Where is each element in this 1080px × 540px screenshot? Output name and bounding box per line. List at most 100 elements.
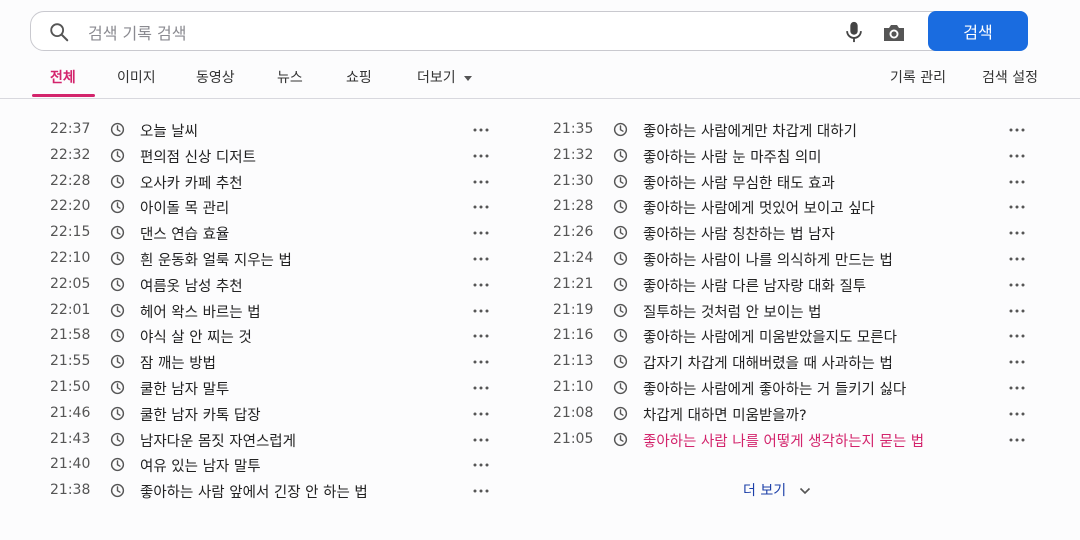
more-options-icon[interactable] [1007, 326, 1027, 346]
history-row[interactable]: 21:05 좋아하는 사람 나를 어떻게 생각하는지 묻는 법 [553, 428, 1031, 452]
history-query[interactable]: 헤어 왁스 바르는 법 [140, 301, 261, 322]
more-options-icon[interactable] [471, 249, 491, 269]
more-options-icon[interactable] [1007, 249, 1027, 269]
history-query[interactable]: 좋아하는 사람 칭찬하는 법 남자 [643, 223, 835, 244]
history-query[interactable]: 남자다운 몸짓 자연스럽게 [140, 430, 296, 451]
history-query[interactable]: 좋아하는 사람에게 좋아하는 거 들키기 싫다 [643, 378, 906, 399]
history-query[interactable]: 흰 운동화 얼룩 지우는 법 [140, 249, 292, 270]
more-options-icon[interactable] [1007, 378, 1027, 398]
more-options-icon[interactable] [1007, 404, 1027, 424]
history-query[interactable]: 좋아하는 사람 다른 남자랑 대화 질투 [643, 275, 866, 296]
history-query[interactable]: 좋아하는 사람 앞에서 긴장 안 하는 법 [140, 481, 368, 502]
history-row[interactable]: 22:05 여름옷 남성 추천 [50, 273, 495, 297]
history-row[interactable]: 21:24 좋아하는 사람이 나를 의식하게 만드는 법 [553, 247, 1031, 271]
history-query[interactable]: 잠 깨는 방법 [140, 352, 216, 373]
history-row[interactable]: 22:20 아이돌 목 관리 [50, 195, 495, 219]
history-row[interactable]: 21:16 좋아하는 사람에게 미움받았을지도 모른다 [553, 324, 1031, 348]
history-row[interactable]: 21:38 좋아하는 사람 앞에서 긴장 안 하는 법 [50, 479, 495, 503]
history-row[interactable]: 21:30 좋아하는 사람 무심한 태도 효과 [553, 170, 1031, 194]
more-options-icon[interactable] [471, 301, 491, 321]
history-row[interactable]: 21:21 좋아하는 사람 다른 남자랑 대화 질투 [553, 273, 1031, 297]
history-query[interactable]: 댄스 연습 효율 [140, 223, 229, 244]
history-row[interactable]: 22:37 오늘 날씨 [50, 118, 495, 142]
search-button[interactable]: 검색 [928, 11, 1028, 51]
more-options-icon[interactable] [471, 430, 491, 450]
history-row[interactable]: 21:55 잠 깨는 방법 [50, 350, 495, 374]
more-options-icon[interactable] [471, 172, 491, 192]
search-input[interactable] [86, 18, 810, 48]
history-row[interactable]: 21:13 갑자기 차갑게 대해버렸을 때 사과하는 법 [553, 350, 1031, 374]
history-row[interactable]: 21:43 남자다운 몸짓 자연스럽게 [50, 428, 495, 452]
history-query[interactable]: 좋아하는 사람에게 미움받았을지도 모른다 [643, 326, 897, 347]
history-query[interactable]: 좋아하는 사람에게 멋있어 보이고 싶다 [643, 197, 875, 218]
history-row[interactable]: 21:10 좋아하는 사람에게 좋아하는 거 들키기 싫다 [553, 376, 1031, 400]
more-options-icon[interactable] [471, 275, 491, 295]
history-row[interactable]: 21:32 좋아하는 사람 눈 마주침 의미 [553, 144, 1031, 168]
history-query[interactable]: 질투하는 것처럼 안 보이는 법 [643, 301, 822, 322]
history-query[interactable]: 좋아하는 사람 눈 마주침 의미 [643, 146, 822, 167]
history-query[interactable]: 차갑게 대하면 미움받을까? [643, 404, 807, 425]
history-query[interactable]: 아이돌 목 관리 [140, 197, 229, 218]
history-row[interactable]: 22:15 댄스 연습 효율 [50, 221, 495, 245]
history-query[interactable]: 여유 있는 남자 말투 [140, 455, 261, 476]
history-row[interactable]: 22:32 편의점 신상 디저트 [50, 144, 495, 168]
more-options-icon[interactable] [1007, 430, 1027, 450]
more-options-icon[interactable] [471, 378, 491, 398]
tab-news[interactable]: 뉴스 [277, 67, 303, 87]
history-query[interactable]: 좋아하는 사람이 나를 의식하게 만드는 법 [643, 249, 893, 270]
manage-history-link[interactable]: 기록 관리 [890, 67, 946, 87]
more-options-icon[interactable] [471, 120, 491, 140]
show-more-button[interactable]: 더 보기 [743, 480, 811, 500]
more-options-icon[interactable] [471, 197, 491, 217]
more-options-icon[interactable] [471, 146, 491, 166]
history-row[interactable]: 22:01 헤어 왁스 바르는 법 [50, 299, 495, 323]
clock-icon [613, 328, 628, 343]
history-row[interactable]: 21:19 질투하는 것처럼 안 보이는 법 [553, 299, 1031, 323]
more-options-icon[interactable] [471, 404, 491, 424]
history-query[interactable]: 여름옷 남성 추천 [140, 275, 243, 296]
history-row[interactable]: 21:50 쿨한 남자 말투 [50, 376, 495, 400]
history-row[interactable]: 21:40 여유 있는 남자 말투 [50, 453, 495, 477]
more-options-icon[interactable] [1007, 352, 1027, 372]
history-time: 21:19 [553, 301, 594, 318]
camera-icon[interactable] [882, 21, 906, 43]
tab-more-label: 더보기 [417, 70, 456, 86]
more-options-icon[interactable] [1007, 301, 1027, 321]
tab-all[interactable]: 전체 [50, 67, 76, 87]
history-row[interactable]: 21:28 좋아하는 사람에게 멋있어 보이고 싶다 [553, 195, 1031, 219]
history-query[interactable]: 좋아하는 사람 무심한 태도 효과 [643, 172, 835, 193]
tab-more[interactable]: 더보기 [417, 67, 472, 87]
history-row[interactable]: 21:35 좋아하는 사람에게만 차갑게 대하기 [553, 118, 1031, 142]
history-query[interactable]: 쿨한 남자 말투 [140, 378, 229, 399]
tab-shopping[interactable]: 쇼핑 [346, 67, 372, 87]
history-query[interactable]: 갑자기 차갑게 대해버렸을 때 사과하는 법 [643, 352, 893, 373]
more-options-icon[interactable] [1007, 120, 1027, 140]
history-query[interactable]: 좋아하는 사람에게만 차갑게 대하기 [643, 120, 857, 141]
search-settings-link[interactable]: 검색 설정 [982, 67, 1038, 87]
more-options-icon[interactable] [1007, 197, 1027, 217]
history-query[interactable]: 오늘 날씨 [140, 120, 198, 141]
more-options-icon[interactable] [471, 481, 491, 501]
history-query[interactable]: 편의점 신상 디저트 [140, 146, 256, 167]
more-options-icon[interactable] [471, 352, 491, 372]
tab-images[interactable]: 이미지 [117, 67, 156, 87]
more-options-icon[interactable] [1007, 146, 1027, 166]
history-row[interactable]: 21:08 차갑게 대하면 미움받을까? [553, 402, 1031, 426]
history-query[interactable]: 야식 살 안 찌는 것 [140, 326, 252, 347]
more-options-icon[interactable] [1007, 223, 1027, 243]
history-query[interactable]: 좋아하는 사람 나를 어떻게 생각하는지 묻는 법 [643, 430, 924, 451]
more-options-icon[interactable] [471, 223, 491, 243]
history-row[interactable]: 22:28 오사카 카페 추천 [50, 170, 495, 194]
more-options-icon[interactable] [1007, 275, 1027, 295]
history-row[interactable]: 22:10 흰 운동화 얼룩 지우는 법 [50, 247, 495, 271]
history-row[interactable]: 21:58 야식 살 안 찌는 것 [50, 324, 495, 348]
more-options-icon[interactable] [471, 326, 491, 346]
microphone-icon[interactable] [843, 20, 865, 44]
more-options-icon[interactable] [1007, 172, 1027, 192]
history-row[interactable]: 21:46 쿨한 남자 카톡 답장 [50, 402, 495, 426]
more-options-icon[interactable] [471, 455, 491, 475]
tab-videos[interactable]: 동영상 [196, 67, 235, 87]
history-query[interactable]: 쿨한 남자 카톡 답장 [140, 404, 261, 425]
history-row[interactable]: 21:26 좋아하는 사람 칭찬하는 법 남자 [553, 221, 1031, 245]
history-query[interactable]: 오사카 카페 추천 [140, 172, 243, 193]
